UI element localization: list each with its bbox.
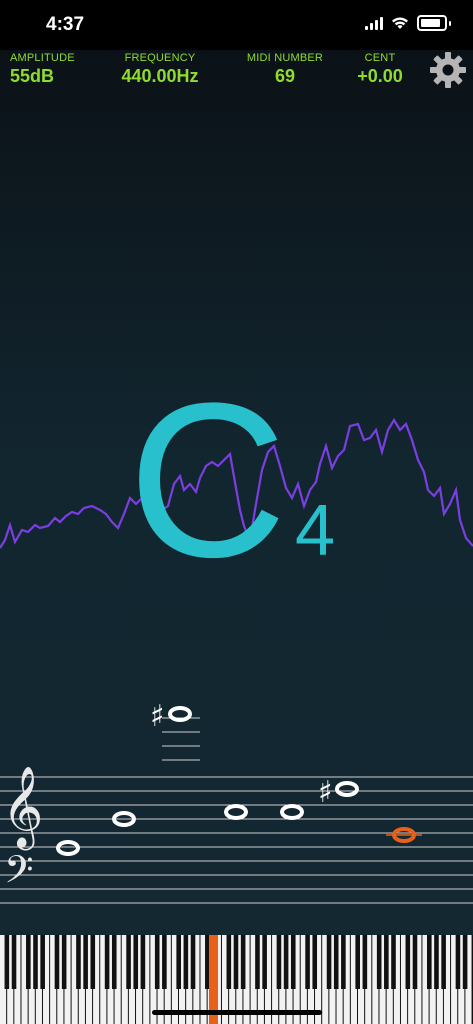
black-key[interactable]: [176, 935, 181, 989]
note-name: C: [128, 357, 287, 603]
amplitude-label: AMPLITUDE: [10, 52, 75, 64]
staff-note: [56, 840, 80, 856]
black-key[interactable]: [462, 935, 468, 989]
black-key[interactable]: [233, 935, 239, 989]
sharp-icon: ♯: [150, 699, 165, 734]
signal-icon: [365, 16, 383, 30]
black-key[interactable]: [226, 935, 232, 989]
black-key[interactable]: [90, 935, 96, 989]
black-key[interactable]: [83, 935, 88, 989]
sharp-icon: ♯: [318, 775, 333, 810]
black-key[interactable]: [376, 935, 382, 989]
black-key[interactable]: [154, 935, 160, 989]
black-key[interactable]: [111, 935, 117, 989]
staff-note: [335, 781, 359, 797]
black-key[interactable]: [312, 935, 318, 989]
black-key[interactable]: [283, 935, 289, 989]
black-key[interactable]: [434, 935, 439, 989]
black-key[interactable]: [76, 935, 81, 989]
black-key[interactable]: [427, 935, 432, 989]
black-key[interactable]: [140, 935, 146, 989]
black-key[interactable]: [255, 935, 260, 989]
stats-bar: AMPLITUDE 55dB FREQUENCY 440.00Hz MIDI N…: [0, 52, 473, 98]
black-key[interactable]: [54, 935, 60, 989]
black-key[interactable]: [4, 935, 10, 989]
treble-clef-icon: 𝄞: [2, 765, 43, 850]
midi-label: MIDI NUMBER: [246, 52, 324, 64]
gear-icon[interactable]: [429, 51, 467, 89]
bass-clef-icon: 𝄢: [4, 847, 34, 901]
status-time: 4:37: [46, 14, 85, 35]
black-key[interactable]: [362, 935, 368, 989]
black-key[interactable]: [183, 935, 189, 989]
note-octave: 4: [295, 491, 336, 571]
black-key[interactable]: [412, 935, 418, 989]
home-indicator: [152, 1010, 322, 1015]
midi-value: 69: [274, 66, 296, 86]
black-key[interactable]: [61, 935, 67, 989]
black-key[interactable]: [455, 935, 461, 989]
black-key[interactable]: [405, 935, 411, 989]
midi-stat: MIDI NUMBER 69: [240, 52, 330, 87]
black-key[interactable]: [26, 935, 31, 989]
frequency-value: 440.00Hz: [121, 66, 199, 86]
staff-note: [224, 804, 248, 820]
black-key[interactable]: [205, 935, 210, 989]
battery-icon: [417, 15, 447, 31]
black-key[interactable]: [326, 935, 332, 989]
black-key[interactable]: [355, 935, 360, 989]
black-key[interactable]: [126, 935, 131, 989]
frequency-label: FREQUENCY: [124, 52, 196, 64]
black-key[interactable]: [162, 935, 167, 989]
black-key[interactable]: [333, 935, 339, 989]
black-key[interactable]: [441, 935, 446, 989]
black-key[interactable]: [40, 935, 45, 989]
black-key[interactable]: [190, 935, 196, 989]
black-key[interactable]: [341, 935, 346, 989]
amplitude-stat: AMPLITUDE 55dB: [10, 52, 80, 87]
black-key[interactable]: [262, 935, 267, 989]
cent-value: +0.00: [357, 66, 403, 86]
black-key[interactable]: [240, 935, 246, 989]
black-key[interactable]: [133, 935, 139, 989]
frequency-stat: FREQUENCY 440.00Hz: [105, 52, 215, 87]
black-key[interactable]: [305, 935, 310, 989]
black-key[interactable]: [104, 935, 110, 989]
cent-label: CENT: [364, 52, 396, 64]
black-key[interactable]: [276, 935, 282, 989]
staff-notation: 𝄞 𝄢 ♯ ♯: [0, 699, 473, 904]
black-key[interactable]: [11, 935, 17, 989]
staff-note: [168, 706, 192, 722]
status-icons: [365, 15, 451, 31]
amplitude-value: 55dB: [10, 66, 55, 86]
status-bar: 4:37: [0, 0, 473, 50]
wifi-icon: [392, 17, 408, 29]
black-key[interactable]: [33, 935, 38, 989]
black-key[interactable]: [391, 935, 396, 989]
staff-note: [280, 804, 304, 820]
black-key[interactable]: [384, 935, 389, 989]
black-key[interactable]: [290, 935, 296, 989]
cent-stat: CENT +0.00: [345, 52, 415, 87]
